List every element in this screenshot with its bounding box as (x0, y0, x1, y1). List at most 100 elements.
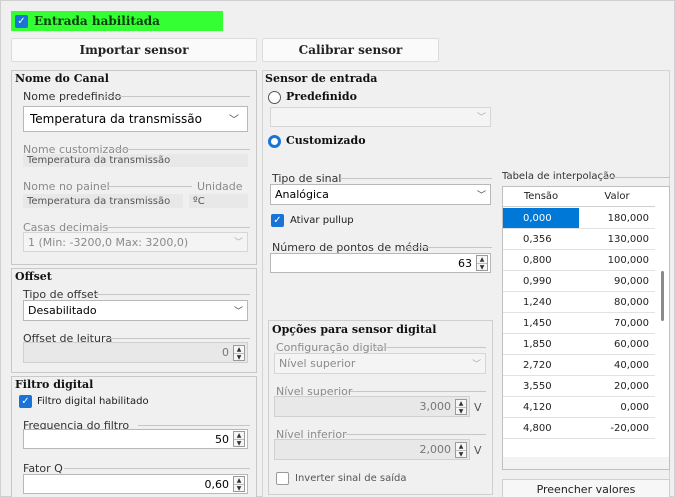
custom-radio-label: Customizado (286, 134, 366, 147)
table-row[interactable]: 0,990 90,000 (503, 271, 655, 292)
voltage-cell[interactable]: 1,240 (503, 292, 579, 312)
digital-config-value: Nível superior (279, 357, 356, 370)
divider (340, 178, 492, 179)
checkbox-checked-icon: ✓ (19, 395, 32, 408)
input-sensor-title: Sensor de entrada (265, 72, 378, 85)
chevron-down-icon: ﹀ (233, 237, 243, 248)
signal-type-value: Analógica (275, 188, 329, 201)
filter-enabled-checkbox[interactable]: ✓ Filtro digital habilitado (19, 395, 149, 408)
upper-level-spinner[interactable]: ▲ ▼ (455, 398, 467, 415)
offset-reading-input[interactable]: 0 ▲ ▼ (23, 342, 248, 363)
digital-config-select[interactable]: Nível superior ﹀ (274, 353, 486, 374)
q-factor-input[interactable]: 0,60 ▲ ▼ (23, 474, 248, 494)
filter-frequency-spinner[interactable]: ▲ ▼ (233, 431, 245, 447)
offset-type-value: Desabilitado (28, 304, 97, 317)
voltage-cell[interactable]: 3,550 (503, 376, 579, 396)
table-row[interactable]: 0,800 100,000 (503, 250, 655, 271)
invert-output-checkbox[interactable]: ✓ Inverter sinal de saída (276, 472, 407, 485)
unit-field[interactable]: ºC (189, 194, 248, 208)
voltage-cell[interactable]: 1,850 (503, 334, 579, 354)
value-cell[interactable]: -20,000 (579, 418, 655, 438)
scrollbar-thumb[interactable] (661, 271, 664, 321)
table-row[interactable]: 4,800 -20,000 (503, 418, 655, 439)
invert-output-label: Inverter sinal de saída (295, 473, 407, 484)
predefined-radio-label: Predefinido (286, 90, 357, 103)
divider (405, 247, 492, 248)
value-cell[interactable]: 90,000 (579, 271, 655, 291)
unit-label: Unidade (197, 180, 243, 193)
value-cell[interactable]: 40,000 (579, 355, 655, 375)
table-row[interactable]: 3,550 20,000 (503, 376, 655, 397)
predefined-sensor-select[interactable]: ﹀ (270, 107, 491, 127)
divider (64, 468, 250, 469)
q-factor-value: 0,60 (204, 477, 230, 491)
value-cell[interactable]: 80,000 (579, 292, 655, 312)
divider (346, 434, 486, 435)
interpolation-table-label: Tabela de interpolação (502, 171, 616, 182)
fill-values-button[interactable]: Preencher valores (502, 479, 670, 497)
column-header-voltage[interactable]: Tensão (503, 187, 579, 206)
panel-name-label: Nome no painel (23, 180, 110, 193)
voltage-cell[interactable]: 0,356 (503, 229, 579, 249)
pullup-checkbox[interactable]: ✓ Ativar pullup (271, 214, 354, 227)
lower-level-unit: V (474, 444, 482, 457)
checkbox-checked-icon: ✓ (15, 14, 28, 28)
average-points-input[interactable]: 63 ▲ ▼ (270, 253, 491, 273)
voltage-cell[interactable]: 1,450 (503, 313, 579, 333)
voltage-cell[interactable]: 4,800 (503, 418, 579, 438)
chevron-down-icon: ﹀ (471, 359, 481, 370)
custom-name-field[interactable]: Temperatura da transmissão (23, 154, 248, 167)
chevron-down-icon: ﹀ (229, 114, 239, 126)
import-sensor-button[interactable]: Importar sensor (11, 38, 257, 62)
value-cell[interactable]: 180,000 (579, 208, 655, 228)
digital-options-title: Opções para sensor digital (272, 323, 437, 336)
table-row[interactable]: 4,120 0,000 (503, 397, 655, 418)
value-cell[interactable]: 70,000 (579, 313, 655, 333)
voltage-cell[interactable]: 0,990 (503, 271, 579, 291)
value-cell[interactable]: 20,000 (579, 376, 655, 396)
predefined-name-select[interactable]: Temperatura da transmissão ﹀ (23, 106, 248, 132)
offset-reading-spinner[interactable]: ▲ ▼ (233, 344, 245, 361)
custom-radio[interactable] (268, 135, 281, 148)
interpolation-table[interactable]: Tensão Valor 0,000 180,000 0,356 130,000 0,8… (502, 186, 670, 470)
filter-frequency-input[interactable]: 50 ▲ ▼ (23, 429, 248, 449)
vertical-scrollbar[interactable] (655, 187, 669, 457)
voltage-cell[interactable]: 4,120 (503, 397, 579, 417)
value-cell[interactable]: 60,000 (579, 334, 655, 354)
q-factor-spinner[interactable]: ▲ ▼ (233, 476, 245, 492)
predefined-radio[interactable] (268, 91, 281, 104)
divider (100, 96, 250, 97)
calibrate-sensor-button[interactable]: Calibrar sensor (262, 38, 439, 62)
filter-frequency-value: 50 (215, 432, 229, 446)
panel-name-field[interactable]: Temperatura da transmissão (23, 194, 183, 208)
predefined-name-value: Temperatura da transmissão (30, 112, 202, 126)
average-points-spinner[interactable]: ▲ ▼ (476, 255, 488, 271)
table-row[interactable]: 0,356 130,000 (503, 229, 655, 250)
decimals-select[interactable]: 1 (Min: -3200,0 Max: 3200,0) ﹀ (23, 232, 248, 252)
offset-title: Offset (15, 270, 52, 283)
table-row[interactable]: 2,720 40,000 (503, 355, 655, 376)
input-enabled-checkbox[interactable]: ✓ Entrada habilitada (11, 11, 223, 31)
column-header-value[interactable]: Valor (579, 187, 655, 206)
voltage-cell[interactable]: 2,720 (503, 355, 579, 375)
divider (138, 425, 250, 426)
horizontal-scrollbar[interactable] (503, 457, 669, 469)
value-cell[interactable]: 100,000 (579, 250, 655, 270)
lower-level-input[interactable]: 2,000 ▲ ▼ (274, 439, 470, 460)
table-row[interactable]: 1,450 70,000 (503, 313, 655, 334)
voltage-cell[interactable]: 0,000 (503, 208, 579, 228)
signal-type-select[interactable]: Analógica ﹀ (270, 184, 491, 205)
table-row[interactable]: 1,240 80,000 (503, 292, 655, 313)
offset-type-select[interactable]: Desabilitado ﹀ (23, 300, 248, 321)
value-cell[interactable]: 0,000 (579, 397, 655, 417)
upper-level-input[interactable]: 3,000 ▲ ▼ (274, 396, 470, 417)
voltage-cell[interactable]: 0,800 (503, 250, 579, 270)
chevron-down-icon: ﹀ (476, 112, 486, 123)
pullup-label: Ativar pullup (290, 215, 354, 226)
table-header: Tensão Valor (503, 187, 655, 207)
lower-level-spinner[interactable]: ▲ ▼ (455, 441, 467, 458)
input-enabled-label: Entrada habilitada (34, 14, 160, 28)
value-cell[interactable]: 130,000 (579, 229, 655, 249)
table-row[interactable]: 0,000 180,000 (503, 208, 655, 229)
table-row[interactable]: 1,850 60,000 (503, 334, 655, 355)
